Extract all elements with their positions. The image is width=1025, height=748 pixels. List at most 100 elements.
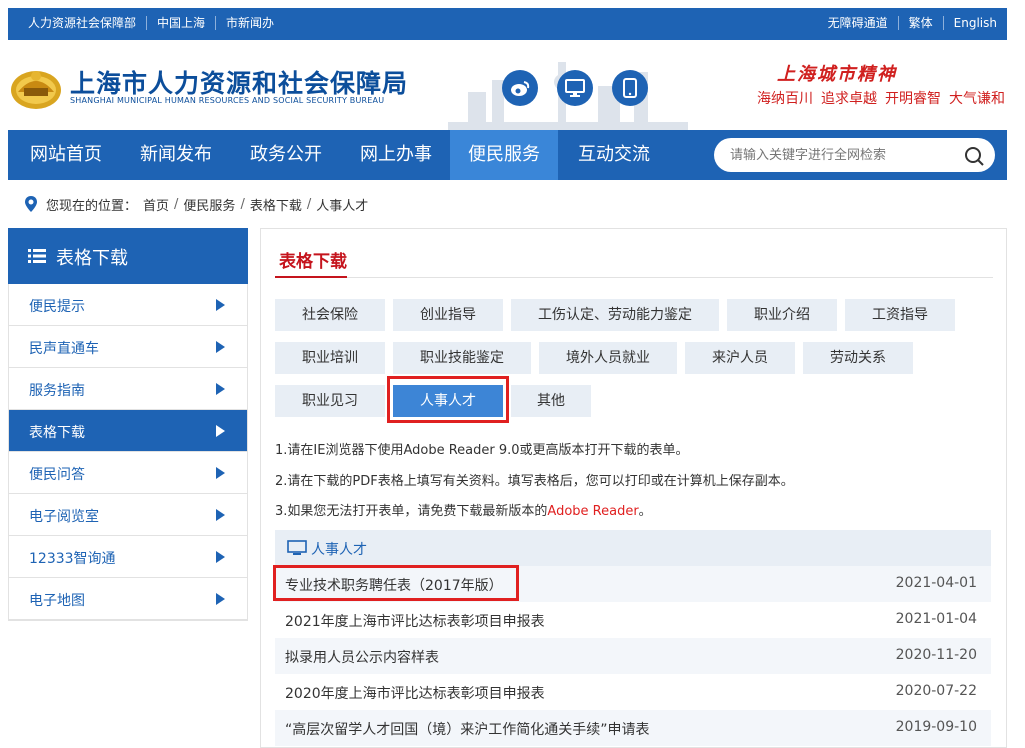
top-links-right: 无障碍通道 繁体 English: [818, 16, 997, 30]
nav-online-services[interactable]: 网上办事: [342, 130, 450, 180]
org-name-en: SHANGHAI MUNICIPAL HUMAN RESOURCES AND S…: [70, 96, 385, 105]
note-3: 3.如果您无法打开表单，请免费下载最新版本的Adobe Reader。: [275, 500, 652, 519]
list-item[interactable]: 2021年度上海市评比达标表彰项目申报表 2021-01-04: [275, 602, 991, 638]
category-wage-guidance[interactable]: 工资指导: [845, 299, 955, 331]
link-english[interactable]: English: [944, 16, 997, 30]
weibo-icon[interactable]: [502, 70, 538, 106]
nav-home[interactable]: 网站首页: [14, 130, 118, 180]
link-accessibility[interactable]: 无障碍通道: [818, 16, 899, 30]
search-icon[interactable]: [963, 145, 985, 167]
category-job-referral[interactable]: 职业介绍: [727, 299, 837, 331]
bureau-emblem-icon[interactable]: [10, 62, 62, 110]
arrow-right-icon: [216, 299, 225, 311]
breadcrumb-separator: /: [306, 196, 312, 212]
sidebar-item-e-reading-room[interactable]: 电子阅览室: [9, 494, 247, 536]
category-migrants[interactable]: 来沪人员: [685, 342, 795, 374]
list-item[interactable]: “高层次留学人才回国（境）来沪工作简化通关手续”申请表 2019-09-10: [275, 710, 991, 746]
form-link[interactable]: 拟录用人员公示内容样表: [285, 647, 439, 667]
mobile-icon[interactable]: [612, 70, 648, 106]
nav-gov-affairs[interactable]: 政务公开: [232, 130, 340, 180]
nav-news[interactable]: 新闻发布: [122, 130, 230, 180]
main-nav: 网站首页 新闻发布 政务公开 网上办事 便民服务 互动交流: [8, 130, 1007, 180]
arrow-right-icon: [216, 467, 225, 479]
note-3-suffix: 。: [638, 504, 652, 519]
sidebar-item-public-voice[interactable]: 民声直通车: [9, 326, 247, 368]
highlight-box: [387, 376, 509, 423]
arrow-right-icon: [216, 383, 225, 395]
sidebar-item-faq[interactable]: 便民问答: [9, 452, 247, 494]
sidebar-item-label: 电子地图: [29, 593, 85, 609]
city-spirit-value: 大气谦和: [949, 91, 1005, 107]
category-other[interactable]: 其他: [511, 385, 591, 417]
sidebar-item-tips[interactable]: 便民提示: [9, 284, 247, 326]
page-title: 表格下载: [279, 252, 347, 272]
category-internship[interactable]: 职业见习: [275, 385, 385, 417]
city-spirit-values: 海纳百川 追求卓越 开明睿智 大气谦和: [757, 88, 1005, 108]
sidebar-item-12333[interactable]: 12333智询通: [9, 536, 247, 578]
sidebar-menu: 便民提示 民声直通车 服务指南 表格下载 便民问答 电子阅览室 12333智询通…: [8, 284, 248, 621]
form-date: 2020-07-22: [895, 683, 977, 699]
city-spirit-value: 追求卓越: [821, 91, 877, 107]
form-link[interactable]: 2020年度上海市评比达标表彰项目申报表: [285, 683, 545, 703]
sidebar-item-service-guide[interactable]: 服务指南: [9, 368, 247, 410]
desktop-icon[interactable]: [557, 70, 593, 106]
sidebar-item-form-download[interactable]: 表格下载: [9, 410, 247, 452]
form-date: 2020-11-20: [895, 647, 977, 663]
form-date: 2021-01-04: [895, 611, 977, 627]
sidebar-item-label: 12333智询通: [29, 551, 116, 567]
sidebar-item-e-map[interactable]: 电子地图: [9, 578, 247, 620]
form-link[interactable]: “高层次留学人才回国（境）来沪工作简化通关手续”申请表: [285, 719, 650, 739]
link-news-office[interactable]: 市新闻办: [216, 16, 284, 30]
category-foreign-employment[interactable]: 境外人员就业: [539, 342, 677, 374]
breadcrumb-separator: /: [174, 196, 179, 212]
divider: [275, 277, 993, 278]
breadcrumb: 您现在的位置： 首页 / 便民服务 / 表格下载 / 人事人才: [24, 194, 368, 214]
category-vocational-training[interactable]: 职业培训: [275, 342, 385, 374]
location-pin-icon: [25, 196, 37, 212]
nav-public-services[interactable]: 便民服务: [450, 130, 558, 180]
sidebar-item-label: 表格下载: [29, 425, 85, 441]
category-labor-relations[interactable]: 劳动关系: [803, 342, 913, 374]
search-input[interactable]: [730, 146, 950, 164]
arrow-right-icon: [216, 593, 225, 605]
list-item[interactable]: 拟录用人员公示内容样表 2020-11-20: [275, 638, 991, 674]
title-underline: [275, 276, 347, 278]
nav-interaction[interactable]: 互动交流: [560, 130, 668, 180]
city-spirit-title: 上海城市精神: [777, 64, 897, 85]
note-1: 1.请在IE浏览器下使用Adobe Reader 9.0或更高版本打开下载的表单…: [275, 443, 689, 458]
form-date: 2021-04-01: [895, 575, 977, 591]
breadcrumb-personnel[interactable]: 人事人才: [316, 195, 368, 214]
site-header: 上海市人力资源和社会保障局 SHANGHAI MUNICIPAL HUMAN R…: [8, 40, 1007, 130]
arrow-right-icon: [216, 341, 225, 353]
sidebar-title: 表格下载: [56, 248, 128, 269]
content-panel: 表格下载 社会保险 创业指导 工伤认定、劳动能力鉴定 职业介绍 工资指导 职业培…: [260, 228, 1007, 748]
category-entrepreneurship[interactable]: 创业指导: [393, 299, 503, 331]
sidebar-item-label: 便民问答: [29, 467, 85, 483]
breadcrumb-home[interactable]: 首页: [143, 195, 169, 214]
link-traditional-chinese[interactable]: 繁体: [899, 16, 944, 30]
sidebar-item-label: 电子阅览室: [29, 509, 99, 525]
list-title: 人事人才: [311, 542, 367, 558]
link-mohrss[interactable]: 人力资源社会保障部: [18, 16, 148, 30]
list-item[interactable]: 2020年度上海市评比达标表彰项目申报表 2020-07-22: [275, 674, 991, 710]
list-icon: [28, 249, 46, 263]
adobe-reader-link[interactable]: Adobe Reader: [547, 504, 638, 519]
category-injury-assessment[interactable]: 工伤认定、劳动能力鉴定: [511, 299, 719, 331]
link-china-shanghai[interactable]: 中国上海: [147, 16, 217, 30]
city-spirit-value: 海纳百川: [757, 91, 813, 107]
category-social-insurance[interactable]: 社会保险: [275, 299, 385, 331]
search-box: [714, 138, 995, 172]
breadcrumb-form-download[interactable]: 表格下载: [250, 195, 302, 214]
arrow-right-icon: [216, 425, 225, 437]
sidebar-item-label: 服务指南: [29, 383, 85, 399]
highlight-box: [273, 565, 519, 601]
note-2: 2.请在下载的PDF表格上填写有关资料。填写表格后，您可以打印或在计算机上保存副…: [275, 474, 794, 489]
org-name-cn[interactable]: 上海市人力资源和社会保障局: [70, 64, 408, 100]
breadcrumb-separator: /: [240, 196, 245, 212]
form-date: 2019-09-10: [895, 719, 977, 735]
form-link[interactable]: 2021年度上海市评比达标表彰项目申报表: [285, 611, 545, 631]
breadcrumb-public-services[interactable]: 便民服务: [183, 195, 235, 214]
arrow-right-icon: [216, 551, 225, 563]
breadcrumb-prefix: 您现在的位置：: [46, 198, 138, 214]
category-skill-appraisal[interactable]: 职业技能鉴定: [393, 342, 531, 374]
